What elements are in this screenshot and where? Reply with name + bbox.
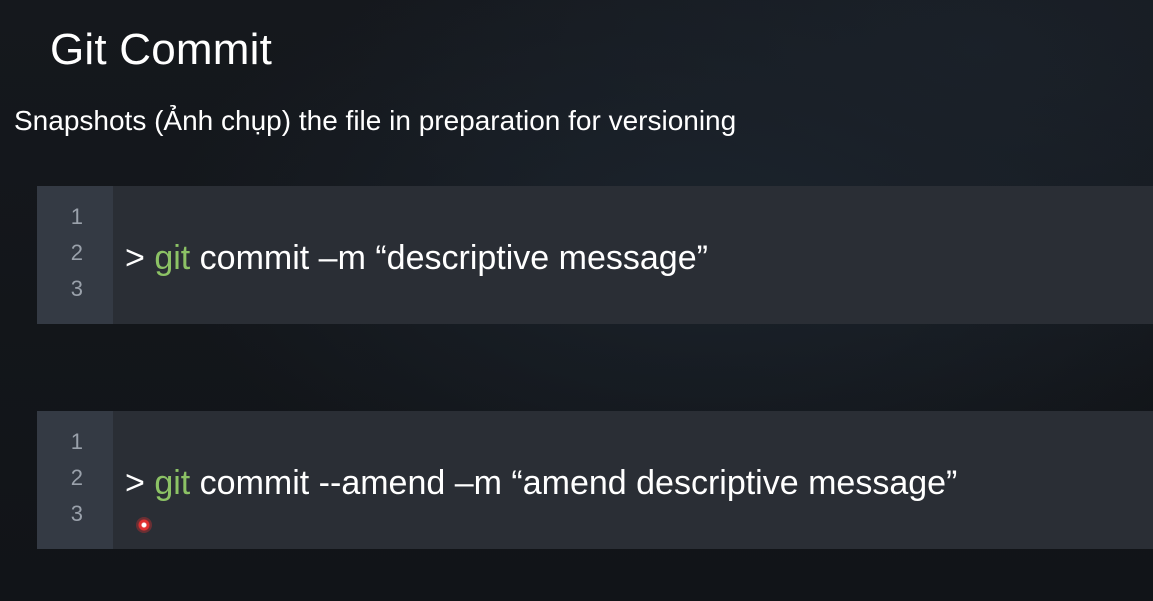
code-area: > git commit --amend –m “amend descripti… xyxy=(113,411,1153,549)
line-number: 3 xyxy=(70,276,83,301)
line-number: 1 xyxy=(70,429,83,454)
line-number-gutter: 1 2 3 xyxy=(37,186,113,324)
mouse-pointer-highlight-icon xyxy=(136,517,152,533)
slide-title: Git Commit xyxy=(50,25,272,74)
code-line-commit-amend: > git commit --amend –m “amend descripti… xyxy=(125,463,957,503)
slide-subtitle: Snapshots (Ảnh chụp) the file in prepara… xyxy=(14,105,737,136)
code-area: > git commit –m “descriptive message” xyxy=(113,186,1153,324)
command-arguments: commit –m “descriptive message” xyxy=(190,239,708,277)
command-keyword: git xyxy=(154,239,191,277)
prompt-symbol: > xyxy=(125,464,145,502)
code-line-commit: > git commit –m “descriptive message” xyxy=(125,238,708,278)
command-keyword: git xyxy=(154,464,191,502)
line-number-gutter: 1 2 3 xyxy=(37,411,113,549)
line-number: 2 xyxy=(70,465,83,490)
prompt-symbol: > xyxy=(125,239,145,277)
line-number: 1 xyxy=(70,204,83,229)
code-block-commit: 1 2 3 > git commit –m “descriptive messa… xyxy=(37,186,1153,324)
line-number: 2 xyxy=(70,240,83,265)
code-block-commit-amend: 1 2 3 > git commit --amend –m “amend des… xyxy=(37,411,1153,549)
slide: Git Commit Snapshots (Ảnh chụp) the file… xyxy=(0,0,1153,601)
command-arguments: commit --amend –m “amend descriptive mes… xyxy=(190,464,958,502)
line-number: 3 xyxy=(70,501,83,526)
